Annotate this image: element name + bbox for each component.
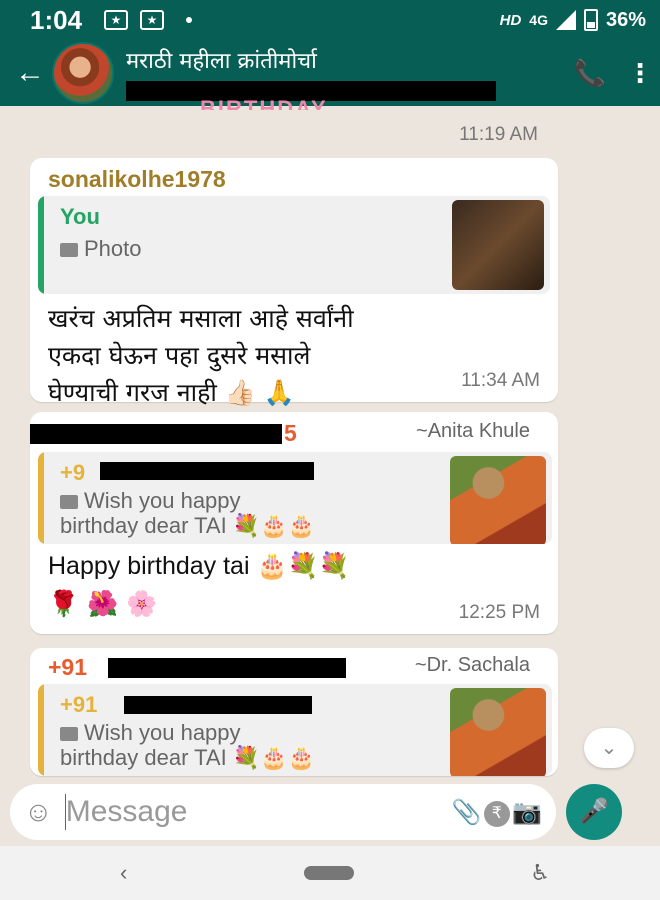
chevron-double-down-icon[interactable]: ⌄ bbox=[584, 728, 634, 768]
message-time: 11:34 AM bbox=[461, 370, 540, 391]
message-text-line: Happy birthday tai 🎂💐💐 bbox=[48, 552, 350, 580]
quoted-text: Photo bbox=[84, 236, 142, 261]
signal-icon bbox=[555, 10, 576, 30]
message-bubble[interactable]: 5 ~Anita Khule +9 Wish you happy birthda… bbox=[30, 412, 558, 634]
hd-indicator: HD bbox=[499, 11, 522, 29]
message-bubble[interactable]: +91 ~Dr. Sachala +91 Wish you happy birt… bbox=[30, 648, 558, 776]
quoted-sender: You bbox=[60, 204, 100, 229]
notification-icon: ★ bbox=[104, 10, 129, 30]
redacted-number bbox=[100, 462, 314, 480]
nav-back-icon[interactable]: ‹ bbox=[120, 860, 127, 886]
chat-title-area[interactable]: मराठी महीला क्रांतीमोर्चा bbox=[126, 45, 560, 101]
system-nav-bar: ‹ ♿ bbox=[0, 846, 660, 900]
quoted-sender: +9 bbox=[60, 460, 86, 485]
quoted-thumbnail bbox=[452, 200, 544, 290]
camera-icon[interactable]: 📷 bbox=[512, 798, 542, 827]
quoted-text-line: birthday dear TAI 💐🎂🎂 bbox=[60, 513, 316, 538]
redacted-sender bbox=[108, 658, 346, 678]
quoted-message[interactable]: You Photo bbox=[38, 196, 550, 294]
message-time: 12:25 PM bbox=[458, 602, 540, 623]
redacted-number bbox=[124, 696, 312, 714]
redacted-sender bbox=[30, 424, 282, 444]
compose-bar: ☺ 📎 ₹ 📷 bbox=[10, 784, 556, 840]
photo-icon bbox=[60, 727, 78, 742]
message-text-line: घेण्याची गरज नाही 👍🏻 🙏 bbox=[48, 378, 295, 407]
accessibility-icon[interactable]: ♿ bbox=[530, 860, 550, 886]
quoted-message[interactable]: +9 Wish you happy birthday dear TAI 💐🎂🎂 bbox=[38, 452, 552, 544]
quoted-sender: +91 bbox=[60, 692, 98, 717]
message-time: 11:19 AM bbox=[459, 124, 538, 145]
sender-suffix: 5 bbox=[284, 420, 297, 446]
message-text-line: 🌹 🌺 🌸 bbox=[48, 589, 158, 618]
battery-percent: 36% bbox=[605, 8, 646, 31]
quoted-thumbnail bbox=[450, 456, 546, 544]
nav-home-icon[interactable] bbox=[303, 866, 354, 880]
more-vert-icon[interactable]: ⋮ bbox=[620, 58, 660, 89]
sender-alias: ~Anita Khule bbox=[416, 420, 530, 442]
paperclip-icon[interactable]: 📎 bbox=[452, 798, 482, 827]
quoted-text-line: Wish you happy bbox=[84, 488, 241, 513]
quoted-message[interactable]: +91 Wish you happy birthday dear TAI 💐🎂🎂 bbox=[38, 684, 552, 776]
photo-icon bbox=[60, 243, 78, 258]
add-call-icon[interactable]: 📞 bbox=[560, 58, 620, 89]
message-input[interactable] bbox=[65, 795, 452, 829]
chat-header: ← मराठी महीला क्रांतीमोर्चा 📞 ⋮ bbox=[0, 40, 660, 106]
network-type: 4G bbox=[529, 12, 548, 28]
message-text-line: खरंच अप्रतिम मसाला आहे सर्वांनी bbox=[48, 304, 354, 333]
sticker-remnant: BIRTHDAY bbox=[200, 96, 328, 110]
quoted-text-line: birthday dear TAI 💐🎂🎂 bbox=[60, 745, 316, 770]
arrow-left-icon[interactable]: ← bbox=[8, 56, 52, 90]
message-text-line: एकदा घेऊन पहा दुसरे मसाले bbox=[48, 341, 311, 370]
notification-icon: ★ bbox=[140, 10, 165, 30]
rupee-icon[interactable]: ₹ bbox=[482, 797, 512, 827]
sender-name: +91 bbox=[48, 654, 88, 680]
message-bubble[interactable]: sonalikolhe1978 You Photo खरंच अप्रतिम म… bbox=[30, 158, 558, 407]
emoji-icon[interactable]: ☺ bbox=[24, 796, 53, 828]
more-notifications-dot bbox=[186, 17, 193, 23]
message-bubble[interactable]: BIRTHDAY 11:19 AM bbox=[30, 96, 558, 152]
group-name: मराठी महीला क्रांतीमोर्चा bbox=[126, 49, 317, 74]
photo-icon bbox=[60, 495, 78, 510]
mic-icon[interactable]: 🎤 bbox=[566, 784, 622, 840]
sender-alias: ~Dr. Sachala bbox=[414, 654, 530, 676]
status-bar: 1:04 ★ ★ HD 4G 36% bbox=[0, 0, 660, 40]
battery-icon bbox=[583, 9, 598, 31]
sender-name: sonalikolhe1978 bbox=[48, 166, 226, 192]
quoted-thumbnail bbox=[450, 688, 546, 776]
quoted-text-line: Wish you happy bbox=[84, 720, 241, 745]
group-avatar[interactable] bbox=[52, 42, 114, 104]
status-time: 1:04 bbox=[30, 4, 83, 35]
